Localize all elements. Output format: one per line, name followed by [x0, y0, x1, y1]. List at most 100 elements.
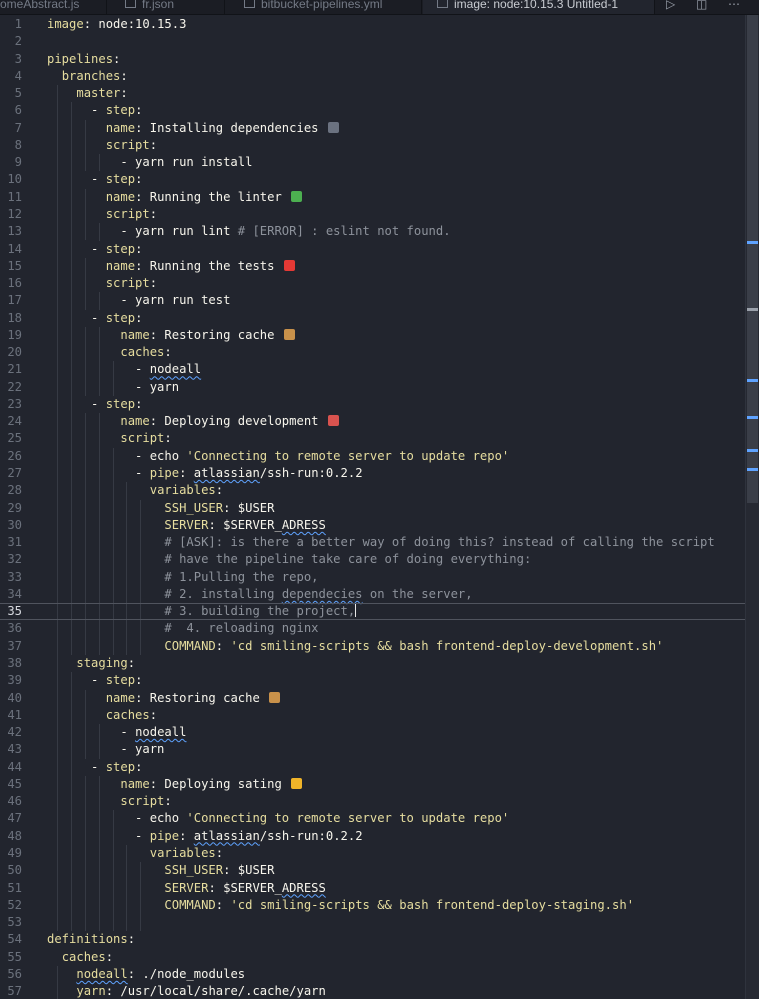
code-line[interactable]: 12 script:	[0, 206, 745, 223]
tab-fr-json[interactable]: fr.json	[107, 0, 225, 14]
code-line[interactable]: 13 - yarn run lint # [ERROR] : eslint no…	[0, 223, 745, 240]
code-line[interactable]: 9 - yarn run install	[0, 154, 745, 171]
code-line[interactable]: 28 variables:	[0, 482, 745, 499]
code-line[interactable]: 57 yarn: /usr/local/share/.cache/yarn	[0, 983, 745, 999]
code-line[interactable]: 7 name: Installing dependencies	[0, 120, 745, 137]
code-line[interactable]: 54 definitions:	[0, 931, 745, 948]
code-line[interactable]: 19 name: Restoring cache	[0, 327, 745, 344]
code-line[interactable]: 47 - echo 'Connecting to remote server t…	[0, 810, 745, 827]
code-line[interactable]: 11 name: Running the linter	[0, 189, 745, 206]
code-text: variables:	[47, 845, 223, 862]
tab-bitbucket-pipelines[interactable]: bitbucket-pipelines.yml	[226, 0, 422, 14]
code-text: variables:	[47, 482, 223, 499]
code-line[interactable]: 45 name: Deploying sating	[0, 776, 745, 793]
tab-omeabstract-js[interactable]: omeAbstract.js	[0, 0, 107, 14]
vertical-scrollbar[interactable]	[745, 15, 759, 999]
code-line[interactable]: 4 branches:	[0, 68, 745, 85]
code-line[interactable]: 34 # 2. installing dependecies on the se…	[0, 586, 745, 603]
line-number: 51	[7, 880, 22, 895]
code-line[interactable]: 49 variables:	[0, 845, 745, 862]
scrollbar-thumb[interactable]	[747, 15, 758, 503]
code-line[interactable]: 32 # have the pipeline take care of doin…	[0, 551, 745, 568]
code-line[interactable]: 38 staging:	[0, 655, 745, 672]
code-line[interactable]: 18 - step:	[0, 310, 745, 327]
code-line[interactable]: 20 caches:	[0, 344, 745, 361]
package-emoji-icon	[283, 328, 295, 340]
code-line[interactable]: 40 name: Restoring cache	[0, 690, 745, 707]
code-token: : Running the linter	[135, 189, 282, 204]
line-number: 36	[7, 621, 22, 636]
code-line[interactable]: 46 script:	[0, 793, 745, 810]
code-line[interactable]: 14 - step:	[0, 241, 745, 258]
code-line[interactable]: 42 - nodeall	[0, 724, 745, 741]
split-editor-icon[interactable]: ◫	[696, 0, 707, 14]
code-line[interactable]: 39 - step:	[0, 672, 745, 689]
tab-label: fr.json	[142, 0, 175, 11]
code-line[interactable]: 1 image: node:10.15.3	[0, 16, 745, 33]
code-token: script	[120, 431, 165, 446]
code-line[interactable]: 43 - yarn	[0, 741, 745, 758]
code-line[interactable]: 2	[0, 33, 745, 50]
line-number: 7	[14, 120, 22, 135]
code-text: caches:	[47, 707, 157, 724]
code-token: COMMAND	[164, 897, 216, 912]
code-line[interactable]: 53	[0, 914, 745, 931]
code-line[interactable]: 55 caches:	[0, 949, 745, 966]
code-line[interactable]: 48 - pipe: atlassian/ssh-run:0.2.2	[0, 828, 745, 845]
line-number: 24	[7, 414, 22, 429]
code-line[interactable]: 36 # 4. reloading nginx	[0, 620, 745, 637]
code-line[interactable]: 52 COMMAND: 'cd smiling-scripts && bash …	[0, 897, 745, 914]
code-line[interactable]: 37 COMMAND: 'cd smiling-scripts && bash …	[0, 638, 745, 655]
hand-emoji-icon	[291, 777, 303, 789]
code-line[interactable]: 6 - step:	[0, 102, 745, 119]
spelling-warning-token: ADRESS	[281, 880, 326, 895]
code-line[interactable]: 50 SSH_USER: $USER	[0, 862, 745, 879]
code-token: variables	[149, 483, 216, 498]
code-line[interactable]: 26 - echo 'Connecting to remote server t…	[0, 448, 745, 465]
code-line[interactable]: 16 script:	[0, 275, 745, 292]
more-actions-icon[interactable]: ⋯	[728, 0, 740, 14]
code-line[interactable]: 24 name: Deploying development	[0, 413, 745, 430]
code-token: : Running the tests	[135, 258, 275, 273]
code-token: : Deploying development	[149, 414, 319, 429]
run-icon[interactable]: ▷	[666, 0, 675, 14]
code-line[interactable]: 51 SERVER: $SERVER_ADRESS	[0, 880, 745, 897]
code-text: - step:	[47, 171, 142, 188]
code-line[interactable]: 41 caches:	[0, 707, 745, 724]
code-line[interactable]: 44 - step:	[0, 759, 745, 776]
code-token: COMMAND	[164, 638, 216, 653]
code-editor[interactable]: 1 image: node:10.15.3 2 3 pipelines: 4 branch…	[0, 15, 759, 999]
code-line[interactable]: 56 nodeall: ./node_modules	[0, 966, 745, 983]
code-line[interactable]: 3 pipelines:	[0, 51, 745, 68]
line-number: 52	[7, 897, 22, 912]
code-token: name	[105, 189, 136, 204]
code-line[interactable]: 35 # 3. building the project,	[0, 603, 745, 621]
code-line[interactable]: 10 - step:	[0, 171, 745, 188]
code-line[interactable]: 30 SERVER: $SERVER_ADRESS	[0, 517, 745, 534]
code-line[interactable]: 22 - yarn	[0, 379, 745, 396]
spelling-warning-token: ADRESS	[281, 517, 326, 532]
code-token: : $SERVER_	[208, 880, 282, 895]
tab-untitled-1[interactable]: image: node:10.15.3 Untitled-1	[423, 0, 655, 14]
code-token: 'cd smiling-scripts && bash frontend-dep…	[230, 897, 635, 912]
code-line[interactable]: 17 - yarn run test	[0, 292, 745, 309]
line-number: 50	[7, 863, 22, 878]
code-line[interactable]: 31 # [ASK]: is there a better way of doi…	[0, 534, 745, 551]
code-line[interactable]: 25 script:	[0, 430, 745, 447]
code-token: -	[47, 725, 136, 740]
code-line[interactable]: 5 master:	[0, 85, 745, 102]
line-number: 18	[7, 310, 22, 325]
code-line[interactable]: 29 SSH_USER: $USER	[0, 500, 745, 517]
code-token: script	[105, 276, 150, 291]
code-token: : Deploying sating	[149, 776, 282, 791]
code-line[interactable]: 15 name: Running the tests	[0, 258, 745, 275]
code-line[interactable]: 27 - pipe: atlassian/ssh-run:0.2.2	[0, 465, 745, 482]
code-line[interactable]: 23 - step:	[0, 396, 745, 413]
code-line[interactable]: 21 - nodeall	[0, 361, 745, 378]
code-line[interactable]: 33 # 1.Pulling the repo,	[0, 569, 745, 586]
code-token: :	[149, 276, 158, 291]
code-line[interactable]: 8 script:	[0, 137, 745, 154]
